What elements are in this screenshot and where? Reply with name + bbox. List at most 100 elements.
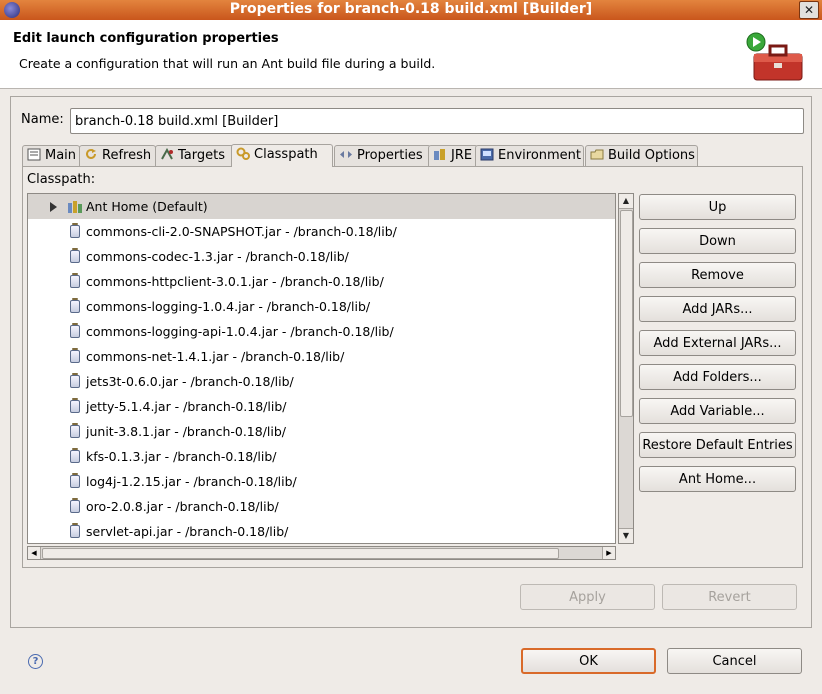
ant-library-icon [68, 201, 82, 213]
classpath-entry[interactable]: commons-httpclient-3.0.1.jar - /branch-0… [28, 269, 615, 294]
classpath-entry-label: jets3t-0.6.0.jar - /branch-0.18/lib/ [86, 374, 294, 389]
horizontal-scrollbar[interactable]: ◀ ▶ [27, 546, 616, 560]
tab-properties[interactable]: Properties [334, 145, 431, 166]
classpath-label: Classpath: [27, 172, 96, 187]
tab-refresh[interactable]: Refresh [79, 145, 156, 166]
tab-classpath[interactable]: Classpath [231, 144, 333, 167]
classpath-entry-label: servlet-api.jar - /branch-0.18/lib/ [86, 524, 289, 539]
classpath-entry-label: commons-codec-1.3.jar - /branch-0.18/lib… [86, 249, 349, 264]
tab-targets[interactable]: Targets [155, 145, 235, 166]
classpath-entry-ant-home[interactable]: Ant Home (Default) [28, 194, 615, 219]
cancel-button[interactable]: Cancel [667, 648, 802, 674]
jar-icon [70, 398, 80, 413]
scroll-down-arrow-icon[interactable]: ▼ [619, 528, 633, 543]
add-jars-button[interactable]: Add JARs... [639, 296, 796, 322]
main-icon [27, 148, 41, 161]
classpath-entry[interactable]: commons-logging-1.0.4.jar - /branch-0.18… [28, 294, 615, 319]
tab-jre-label: JRE [451, 148, 473, 163]
tab-refresh-label: Refresh [102, 148, 152, 163]
horizontal-scroll-thumb[interactable] [42, 548, 559, 559]
classpath-entry-label: commons-logging-1.0.4.jar - /branch-0.18… [86, 299, 371, 314]
classpath-entry[interactable]: kfs-0.1.3.jar - /branch-0.18/lib/ [28, 444, 615, 469]
classpath-entry[interactable]: commons-codec-1.3.jar - /branch-0.18/lib… [28, 244, 615, 269]
tab-build-options[interactable]: Build Options [585, 145, 698, 166]
dialog-header: Edit launch configuration properties Cre… [0, 20, 822, 89]
jar-icon [70, 298, 80, 313]
jar-icon [70, 323, 80, 338]
down-button[interactable]: Down [639, 228, 796, 254]
up-button[interactable]: Up [639, 194, 796, 220]
tab-main[interactable]: Main [22, 145, 80, 166]
classpath-entry-label: kfs-0.1.3.jar - /branch-0.18/lib/ [86, 449, 277, 464]
restore-default-entries-button[interactable]: Restore Default Entries [639, 432, 796, 458]
scroll-up-arrow-icon[interactable]: ▲ [619, 194, 633, 209]
targets-icon [161, 148, 173, 160]
name-input[interactable] [70, 108, 804, 134]
classpath-entry-label: junit-3.8.1.jar - /branch-0.18/lib/ [86, 424, 287, 439]
tab-environment[interactable]: Environment [475, 145, 584, 166]
classpath-entry-label: log4j-1.2.15.jar - /branch-0.18/lib/ [86, 474, 297, 489]
tab-jre[interactable]: JRE [428, 145, 478, 166]
classpath-entry[interactable]: log4j-1.2.15.jar - /branch-0.18/lib/ [28, 469, 615, 494]
window-title: Properties for branch-0.18 build.xml [Bu… [229, 1, 593, 17]
classpath-entry-label: commons-httpclient-3.0.1.jar - /branch-0… [86, 274, 384, 289]
jar-icon [70, 423, 80, 438]
scroll-left-arrow-icon[interactable]: ◀ [28, 547, 41, 559]
revert-button[interactable]: Revert [662, 584, 797, 610]
jar-icon [70, 523, 80, 538]
help-icon[interactable]: ? [28, 654, 43, 669]
jar-icon [70, 448, 80, 463]
tab-main-label: Main [45, 148, 77, 163]
vertical-scrollbar[interactable]: ▲ ▼ [618, 193, 634, 544]
close-window-button[interactable]: ✕ [799, 1, 819, 19]
build-options-icon [590, 149, 604, 160]
classpath-entry[interactable]: junit-3.8.1.jar - /branch-0.18/lib/ [28, 419, 615, 444]
tab-build-options-label: Build Options [608, 148, 695, 163]
classpath-entry[interactable]: jetty-5.1.4.jar - /branch-0.18/lib/ [28, 394, 615, 419]
classpath-icon [236, 147, 250, 160]
classpath-entry-label: Ant Home (Default) [86, 199, 208, 214]
jar-icon [70, 373, 80, 388]
apply-button[interactable]: Apply [520, 584, 655, 610]
classpath-entry[interactable]: jets3t-0.6.0.jar - /branch-0.18/lib/ [28, 369, 615, 394]
remove-button[interactable]: Remove [639, 262, 796, 288]
jar-icon [70, 248, 80, 263]
classpath-entry-label: commons-cli-2.0-SNAPSHOT.jar - /branch-0… [86, 224, 397, 239]
title-bar: Properties for branch-0.18 build.xml [Bu… [0, 0, 822, 20]
ant-toolbox-icon [746, 32, 803, 81]
jar-icon [70, 273, 80, 288]
header-heading: Edit launch configuration properties [13, 31, 279, 46]
classpath-entry[interactable]: commons-cli-2.0-SNAPSHOT.jar - /branch-0… [28, 219, 615, 244]
tab-classpath-label: Classpath [254, 147, 318, 162]
classpath-entry[interactable]: oro-2.0.8.jar - /branch-0.18/lib/ [28, 494, 615, 519]
add-variable-button[interactable]: Add Variable... [639, 398, 796, 424]
ant-home-button[interactable]: Ant Home... [639, 466, 796, 492]
header-description: Create a configuration that will run an … [19, 56, 436, 71]
jar-icon [70, 473, 80, 488]
add-folders-button[interactable]: Add Folders... [639, 364, 796, 390]
scroll-right-arrow-icon[interactable]: ▶ [602, 547, 615, 559]
vertical-scroll-thumb[interactable] [620, 210, 633, 417]
classpath-list[interactable]: Ant Home (Default) commons-cli-2.0-SNAPS… [27, 193, 616, 544]
jre-icon [434, 149, 445, 160]
environment-icon [480, 148, 494, 161]
classpath-entry-label: commons-logging-api-1.0.4.jar - /branch-… [86, 324, 394, 339]
ok-button[interactable]: OK [521, 648, 656, 674]
tab-properties-label: Properties [357, 148, 423, 163]
add-external-jars-button[interactable]: Add External JARs... [639, 330, 796, 356]
tab-targets-label: Targets [178, 148, 225, 163]
name-label: Name: [21, 112, 64, 127]
refresh-icon [86, 148, 96, 159]
classpath-entry[interactable]: commons-net-1.4.1.jar - /branch-0.18/lib… [28, 344, 615, 369]
jar-icon [70, 348, 80, 363]
classpath-entry-label: jetty-5.1.4.jar - /branch-0.18/lib/ [86, 399, 287, 414]
expand-arrow-icon[interactable] [50, 202, 57, 212]
tab-environment-label: Environment [498, 148, 582, 163]
classpath-entry[interactable]: commons-logging-api-1.0.4.jar - /branch-… [28, 319, 615, 344]
jar-icon [70, 498, 80, 513]
jar-icon [70, 223, 80, 238]
classpath-entry[interactable]: servlet-api.jar - /branch-0.18/lib/ [28, 519, 615, 543]
classpath-entry-label: commons-net-1.4.1.jar - /branch-0.18/lib… [86, 349, 345, 364]
classpath-entry-label: oro-2.0.8.jar - /branch-0.18/lib/ [86, 499, 279, 514]
properties-icon [340, 151, 352, 158]
